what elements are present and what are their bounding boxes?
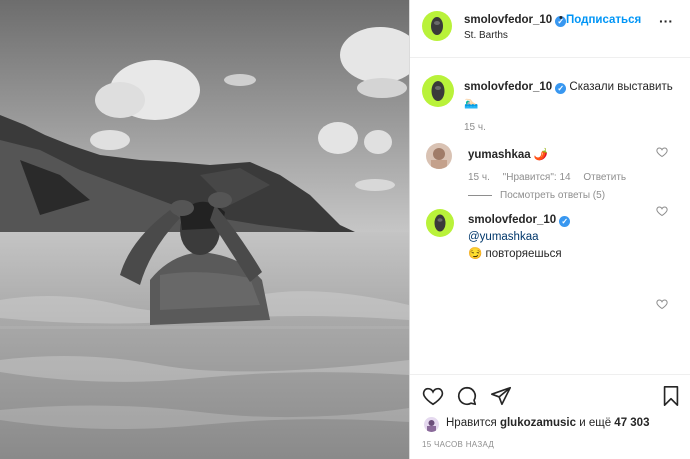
caption-avatar[interactable]	[422, 75, 454, 107]
comment-username[interactable]: yumashkaa	[468, 149, 531, 161]
reply-text: smolovfedor_10 ✓ @yumashkaa 😏 повторяешьс…	[468, 212, 636, 263]
reply-like-icon[interactable]	[656, 205, 668, 217]
comment-like-icon[interactable]	[656, 298, 668, 310]
reply-username[interactable]: smolovfedor_10	[468, 214, 556, 226]
verified-badge-icon: ✓	[559, 216, 571, 227]
caption-time[interactable]: 15 ч.	[464, 122, 486, 133]
likes-middle: и ещё	[579, 417, 612, 429]
comment-body: 🌶️	[533, 149, 549, 161]
post-photo[interactable]	[0, 0, 409, 459]
caption-text: smolovfedor_10 ✓ Сказали выставить🏊🏻‍♂️	[464, 79, 679, 111]
replies-divider	[468, 194, 492, 196]
post-actions: Нравится glukozamusic и ещё 47 303 15 ЧА…	[410, 374, 690, 459]
commenter-avatar[interactable]	[426, 143, 452, 169]
header-separator: •	[559, 12, 563, 24]
author-username[interactable]: smolovfedor_10 ✓	[464, 14, 567, 27]
follow-button[interactable]: Подписаться	[566, 14, 641, 26]
share-direct-icon[interactable]	[490, 385, 512, 407]
post-details-panel: smolovfedor_10 ✓ • Подписаться St. Barths…	[409, 0, 690, 459]
likes-count[interactable]: 47 303	[614, 417, 649, 429]
reply-avatar[interactable]	[426, 209, 454, 237]
likes-prefix: Нравится	[446, 417, 497, 429]
comment-meta: 15 ч. "Нравится": 14 Ответить	[468, 172, 636, 183]
liker-avatar[interactable]	[424, 417, 439, 432]
post-location[interactable]: St. Barths	[464, 30, 508, 41]
reply-body: 😏 повторяешься	[468, 248, 562, 260]
post-header: smolovfedor_10 ✓ • Подписаться St. Barths…	[410, 0, 690, 58]
save-bookmark-icon[interactable]	[660, 385, 682, 407]
likes-summary: Нравится glukozamusic и ещё 47 303	[446, 417, 649, 429]
more-options-icon[interactable]: ···	[659, 13, 673, 29]
view-replies-label[interactable]: Посмотреть ответы (5)	[500, 190, 605, 201]
verified-badge-icon: ✓	[555, 83, 567, 94]
comment-reply-button[interactable]: Ответить	[583, 172, 626, 183]
comment-like-icon[interactable]	[656, 146, 668, 158]
comment-bubble-icon[interactable]	[456, 385, 478, 407]
caption-username[interactable]: smolovfedor_10	[464, 81, 552, 93]
author-username-text[interactable]: smolovfedor_10	[464, 14, 552, 26]
comment-likes[interactable]: "Нравится": 14	[503, 172, 571, 183]
comment-time[interactable]: 15 ч.	[468, 172, 490, 183]
author-avatar[interactable]	[422, 11, 452, 41]
likes-user[interactable]: glukozamusic	[500, 417, 576, 429]
comment-text: yumashkaa 🌶️	[468, 147, 548, 161]
reply-mention[interactable]: @yumashkaa	[468, 231, 538, 243]
beach-photo-graphic	[0, 0, 409, 459]
view-replies-button[interactable]: Посмотреть ответы (5)	[468, 190, 605, 201]
like-heart-icon[interactable]	[422, 385, 444, 407]
posted-time[interactable]: 15 ЧАСОВ НАЗАД	[422, 440, 494, 449]
